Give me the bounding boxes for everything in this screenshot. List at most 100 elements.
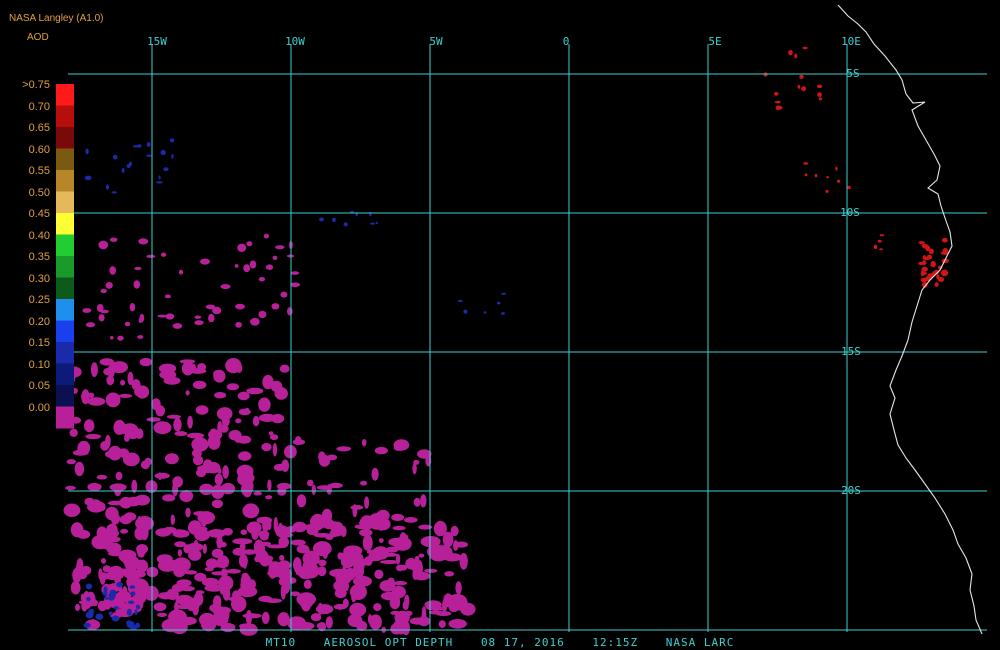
aerosol-pixel xyxy=(450,525,459,537)
aerosol-pixel xyxy=(192,380,207,390)
aerosol-pixel xyxy=(85,322,96,328)
aerosol-pixel xyxy=(134,266,142,271)
aerosol-pixel xyxy=(195,405,209,415)
aerosol-pixel xyxy=(127,600,135,604)
aerosol-pixel xyxy=(448,619,467,629)
colorbar-label: 0.55 xyxy=(28,165,50,177)
aerosol-pixel xyxy=(483,311,487,314)
aerosol-pixel xyxy=(248,579,256,590)
aerosol-pixel xyxy=(332,217,336,222)
aerosol-pixel xyxy=(918,241,925,245)
aerosol-pixel xyxy=(455,581,462,595)
aerosol-pixel xyxy=(256,516,273,524)
aerosol-pixel xyxy=(451,596,468,611)
aerosol-pixel xyxy=(89,608,95,615)
aerosol-pixel xyxy=(155,181,163,184)
aerosol-pixel xyxy=(402,534,409,540)
aerosol-pixel xyxy=(178,269,184,275)
aerosol-pixel xyxy=(930,260,936,268)
aerosol-pixel xyxy=(109,237,118,242)
aerosol-pixel xyxy=(237,243,247,252)
aerosol-pixel xyxy=(134,494,151,506)
aerosol-pixel xyxy=(402,600,409,611)
aerosol-pixel xyxy=(299,600,313,608)
variable-label: AOD xyxy=(27,32,49,43)
aerosol-pixel xyxy=(263,233,269,239)
aerosol-pixel xyxy=(287,307,293,316)
aerosol-pixel xyxy=(271,303,280,310)
colorbar-label: 0.20 xyxy=(28,315,50,328)
aerosol-pixel xyxy=(442,599,447,613)
aerosol-pixel xyxy=(239,542,246,551)
aerosol-pixel xyxy=(103,528,119,539)
aerosol-pixel xyxy=(135,622,141,629)
aerosol-pixel xyxy=(238,451,252,461)
aerosol-pixel xyxy=(280,291,288,298)
aerosol-pixel xyxy=(83,604,91,610)
aerosol-pixel xyxy=(107,500,125,506)
aerosol-pixel xyxy=(87,483,102,491)
aerosol-pixel xyxy=(425,604,437,610)
aerosol-pixel xyxy=(268,561,281,570)
lat-label-20s: 20S xyxy=(841,484,861,497)
aerosol-pixel xyxy=(179,490,194,502)
aerosol-pixel xyxy=(163,376,181,385)
aerosol-pixel xyxy=(234,264,239,268)
aerosol-pixel xyxy=(433,545,453,560)
aerosol-pixel xyxy=(114,483,122,497)
aerosol-pixel xyxy=(75,603,80,612)
aerosol-pixel xyxy=(208,313,215,323)
aerosol-pixel xyxy=(283,527,289,532)
aerosol-pixel xyxy=(278,578,286,586)
colorbar-swatch xyxy=(56,299,74,321)
aerosol-pixel xyxy=(270,434,279,441)
aerosol-pixel xyxy=(879,234,885,237)
aerosol-pixel xyxy=(214,473,223,486)
aerosol-pixel xyxy=(412,463,417,475)
aerosol-pixel xyxy=(249,260,257,269)
colorbar-swatch xyxy=(56,406,74,429)
aerosol-pixel xyxy=(376,509,390,522)
aerosol-pixel xyxy=(237,472,250,486)
colorbar-label: 0.15 xyxy=(28,337,50,349)
aerosol-pixel xyxy=(184,570,198,575)
aerosol-pixel xyxy=(375,221,378,225)
aerosol-pixel xyxy=(318,451,326,462)
aerosol-pixel xyxy=(192,602,199,616)
aerosol-pixel xyxy=(98,240,109,250)
aerosol-pixel xyxy=(155,405,166,417)
aerosol-pixel xyxy=(374,569,384,579)
aerosol-pixel xyxy=(253,491,262,496)
aerosol-pixel xyxy=(374,446,388,455)
aerosol-pixel xyxy=(463,309,468,314)
colorbar-label: 0.40 xyxy=(28,229,50,242)
aerosol-pixel xyxy=(279,364,290,373)
aerosol-pixel xyxy=(362,534,373,551)
aerosol-pixel xyxy=(261,611,270,625)
aerosol-pixel xyxy=(250,317,260,326)
aerosol-pixel-layer xyxy=(63,46,950,636)
colorbar-swatch xyxy=(56,127,74,149)
aerosol-pixel xyxy=(404,619,408,625)
aerosol-pixel xyxy=(85,583,93,590)
aerosol-pixel xyxy=(941,237,948,243)
aerosol-pixel xyxy=(424,568,438,573)
aerosol-pixel xyxy=(211,571,227,576)
aerosol-pixel xyxy=(404,610,413,617)
aerosol-pixel xyxy=(287,616,307,631)
aerosol-pixel xyxy=(390,610,401,615)
aerosol-pixel xyxy=(70,580,81,595)
colorbar xyxy=(56,84,74,429)
aerosol-pixel xyxy=(205,304,216,310)
aerosol-pixel xyxy=(378,538,384,543)
aerosol-pixel xyxy=(204,584,224,592)
aerosol-pixel xyxy=(194,529,210,541)
lon-label-10e: 10E xyxy=(841,35,861,48)
aerosol-pixel xyxy=(119,514,132,525)
aerosol-pixel xyxy=(242,503,260,519)
footer-time: 12:15Z xyxy=(592,636,639,649)
aerosol-pixel xyxy=(129,585,136,589)
aerosol-pixel xyxy=(774,100,781,104)
aerosol-pixel xyxy=(925,245,931,252)
aerosol-pixel xyxy=(171,153,174,159)
